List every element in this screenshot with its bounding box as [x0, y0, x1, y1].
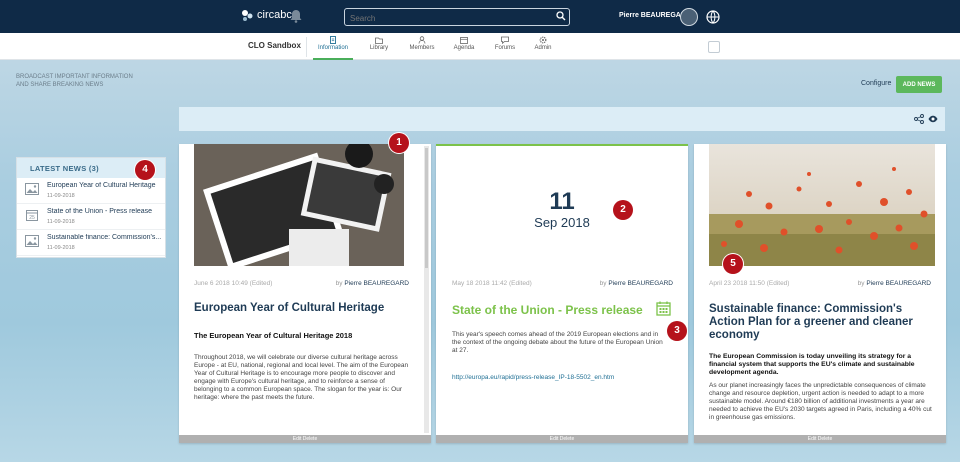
press-release-link[interactable]: http://europa.eu/rapid/press-release_IP-…: [452, 374, 614, 381]
callout-badge: 5: [723, 254, 743, 274]
list-item[interactable]: 25 State of the Union - Press release 11…: [17, 204, 165, 230]
news-card: June 6 2018 10:49 (Edited) by Pierre BEA…: [179, 144, 431, 443]
bell-icon[interactable]: [290, 9, 302, 23]
callout-badge: 2: [613, 200, 633, 220]
author-link[interactable]: Pierre BEAUREGARD: [344, 280, 409, 287]
list-item-title: European Year of Cultural Heritage: [47, 182, 156, 189]
news-card: 11 Sep 2018 May 18 2018 11:42 (Edited) b…: [436, 144, 688, 443]
library-icon: [375, 37, 383, 44]
intro-line-1: BROADCAST IMPORTANT INFORMATION: [16, 74, 133, 80]
list-item[interactable]: Sustainable finance: Commission's... 11-…: [17, 230, 165, 256]
forums-icon: [501, 36, 509, 44]
circabc-logo[interactable]: circabc: [240, 8, 292, 22]
card-actions[interactable]: Edit Delete: [436, 435, 688, 443]
tab-members[interactable]: Members: [402, 36, 442, 60]
event-day: 11: [549, 188, 575, 215]
news-body: Throughout 2018, we will celebrate our d…: [194, 354, 409, 401]
globe-icon[interactable]: [706, 10, 720, 24]
tab-label: Admin: [534, 45, 552, 51]
space-title: CLO Sandbox: [248, 41, 301, 50]
agenda-icon: [460, 37, 468, 44]
logo-text: circabc: [257, 9, 292, 21]
svg-text:25: 25: [29, 215, 35, 221]
tab-agenda[interactable]: Agenda: [444, 36, 484, 60]
news-subtitle: The European Year of Cultural Heritage 2…: [194, 331, 353, 340]
sub-navigation: CLO Sandbox Information Library Members …: [0, 33, 960, 60]
tab-library[interactable]: Library: [359, 36, 399, 60]
by-label: by: [857, 280, 865, 287]
card-actions[interactable]: Edit Delete: [694, 435, 946, 443]
list-item-date: 11-09-2018: [47, 219, 75, 225]
tab-forums[interactable]: Forums: [485, 36, 525, 60]
tab-label: Members: [409, 45, 435, 51]
page-intro: BROADCAST IMPORTANT INFORMATION AND SHAR…: [16, 73, 156, 89]
intro-line-2: AND SHARE BREAKING NEWS: [16, 82, 104, 88]
news-meta: June 6 2018 10:49 (Edited): [194, 280, 273, 287]
callout-badge: 3: [667, 321, 687, 341]
tab-information[interactable]: Information: [313, 36, 353, 60]
members-icon: [418, 36, 426, 44]
news-title[interactable]: Sustainable finance: Commission's Action…: [709, 303, 934, 342]
news-title[interactable]: European Year of Cultural Heritage: [194, 302, 409, 315]
list-item[interactable]: European Year of Cultural Heritage 11-09…: [17, 178, 165, 204]
logo-icon: [242, 10, 253, 21]
callout-badge: 4: [135, 160, 155, 180]
scrollbar-thumb[interactable]: [425, 148, 428, 268]
news-title[interactable]: State of the Union - Press release: [452, 304, 652, 317]
list-item-date: 11-09-2018: [47, 193, 75, 199]
tab-admin[interactable]: Admin: [523, 36, 563, 60]
by-label: by: [335, 280, 343, 287]
tab-label: Information: [317, 45, 348, 51]
tab-label: Library: [369, 45, 389, 51]
news-toolbar: [179, 107, 945, 131]
author-link[interactable]: Pierre BEAUREGARD: [608, 280, 673, 287]
news-body: As our planet increasingly faces the unp…: [709, 382, 932, 421]
news-author: by Pierre BEAUREGARD: [600, 280, 673, 287]
accent-line: [436, 144, 688, 146]
image-icon: [25, 235, 39, 247]
news-card: April 23 2018 11:50 (Edited) by Pierre B…: [694, 144, 946, 443]
tab-label: Agenda: [453, 45, 475, 51]
share-icon[interactable]: [914, 114, 924, 124]
news-meta: April 23 2018 11:50 (Edited): [709, 280, 790, 287]
list-item-title: State of the Union - Press release: [47, 208, 153, 215]
configure-link[interactable]: Configure: [861, 80, 891, 87]
calendar-icon: 25: [26, 210, 38, 221]
nav-divider: [306, 37, 307, 57]
panel-toggle-icon[interactable]: [708, 41, 720, 53]
search-icon[interactable]: [556, 11, 566, 21]
add-news-button[interactable]: ADD NEWS: [896, 76, 942, 93]
list-item-date: 11-09-2018: [47, 245, 75, 251]
by-label: by: [599, 280, 607, 287]
news-subtitle: The European Commission is today unveili…: [709, 353, 915, 376]
poppy-field-image: [709, 144, 935, 266]
list-item-title: Sustainable finance: Commission's...: [47, 234, 162, 241]
tab-label: Forums: [494, 45, 516, 51]
calendar-icon: [656, 301, 671, 316]
author-link[interactable]: Pierre BEAUREGARD: [866, 280, 931, 287]
admin-icon: [539, 36, 547, 44]
card-actions[interactable]: Edit Delete: [179, 435, 431, 443]
news-meta: May 18 2018 11:42 (Edited): [452, 280, 532, 287]
photo-prints-image: [194, 144, 404, 266]
image-icon: [25, 183, 39, 195]
information-icon: [330, 36, 336, 44]
event-month: Sep 2018: [534, 215, 590, 230]
search-input[interactable]: [344, 8, 570, 26]
news-body: This year's speech comes ahead of the 20…: [452, 331, 663, 354]
top-bar: circabc Pierre BEAUREGARD: [0, 0, 960, 33]
callout-badge: 1: [389, 133, 409, 153]
eye-icon[interactable]: [928, 115, 938, 123]
news-author: by Pierre BEAUREGARD: [858, 280, 931, 287]
avatar[interactable]: [680, 8, 698, 26]
news-author: by Pierre BEAUREGARD: [336, 280, 409, 287]
